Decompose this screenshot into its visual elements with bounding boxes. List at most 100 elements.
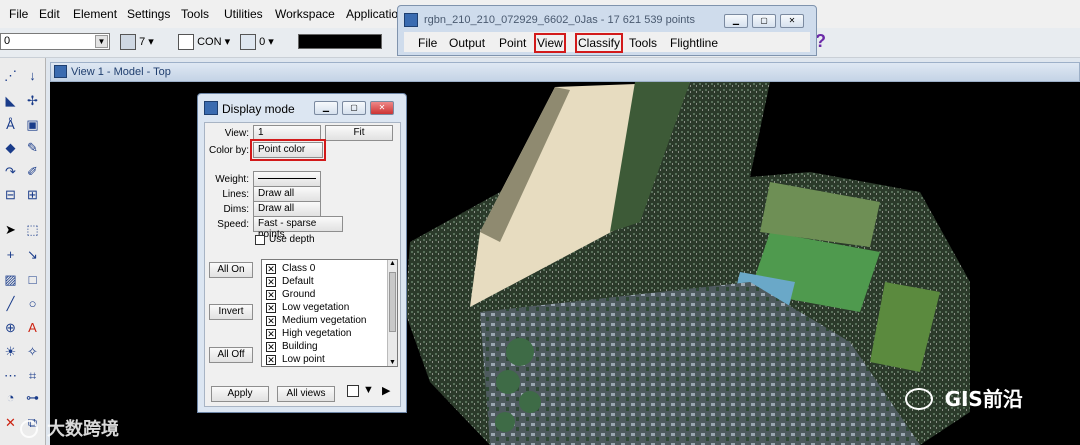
class-item[interactable]: ✕ Medium vegetation xyxy=(266,315,367,326)
smart-line-icon[interactable]: + xyxy=(1,245,20,264)
use-depth-checkbox[interactable] xyxy=(255,235,265,245)
checkbox-checked-icon[interactable]: ✕ xyxy=(266,355,276,365)
hierarchy-icon[interactable]: ⊶ xyxy=(23,388,42,407)
menu-workspace[interactable]: Workspace xyxy=(275,7,335,21)
bulb-icon[interactable]: ☀ xyxy=(1,342,20,361)
checkbox-checked-icon[interactable]: ✕ xyxy=(266,277,276,287)
all-off-button[interactable]: All Off xyxy=(209,347,253,363)
place-line-icon[interactable]: ↓ xyxy=(23,66,42,85)
weight-value: 0 xyxy=(259,35,266,48)
select-arrow-icon[interactable]: ➤ xyxy=(1,220,20,239)
checkbox-checked-icon[interactable]: ✕ xyxy=(266,290,276,300)
palette-icon[interactable]: ◔ xyxy=(1,388,20,407)
dimension-icon[interactable]: ⊕ xyxy=(1,318,20,337)
fence-icon[interactable]: ◣ xyxy=(1,91,20,110)
move-icon[interactable]: ✢ xyxy=(23,91,42,110)
class-item[interactable]: ✕ Building xyxy=(266,341,318,352)
view-window-titlebar[interactable]: View 1 - Model - Top xyxy=(50,62,1080,82)
weight-button[interactable] xyxy=(253,171,321,187)
menu-file[interactable]: File xyxy=(9,7,28,21)
shape-icon[interactable]: ▨ xyxy=(1,270,20,289)
minimize-icon[interactable]: ▁ xyxy=(314,101,338,115)
line-weight-preview[interactable] xyxy=(298,34,382,49)
weight-picker[interactable]: 0 ▾ xyxy=(240,34,274,50)
classify-menu-flightline[interactable]: Flightline xyxy=(670,36,718,50)
fit-button[interactable]: Fit xyxy=(325,125,393,141)
rectangle-icon[interactable]: □ xyxy=(23,270,42,289)
speed-label: Speed: xyxy=(217,219,249,230)
speed-button[interactable]: Fast - sparse points xyxy=(253,216,343,240)
text-icon[interactable]: A xyxy=(23,318,42,337)
line-style-picker[interactable]: CON ▾ xyxy=(178,34,230,50)
window-select-icon[interactable] xyxy=(347,385,359,397)
checkbox-checked-icon[interactable]: ✕ xyxy=(266,342,276,352)
class-item[interactable]: ✕ Low vegetation xyxy=(266,302,349,313)
classify-menu-classify[interactable]: Classify xyxy=(574,33,624,53)
checkbox-checked-icon[interactable]: ✕ xyxy=(266,316,276,326)
classify-menu-tools[interactable]: Tools xyxy=(629,36,657,50)
class-item[interactable]: ✕ Class 0 xyxy=(266,263,315,274)
measure-icon[interactable]: Å xyxy=(1,115,20,134)
checkbox-checked-icon[interactable]: ✕ xyxy=(266,303,276,313)
class-item[interactable]: ✕ Ground xyxy=(266,289,315,300)
sparkle-icon[interactable]: ✧ xyxy=(23,342,42,361)
menu-utilities[interactable]: Utilities xyxy=(224,7,263,21)
copy-icon[interactable]: ⊟ xyxy=(1,185,20,204)
invert-button[interactable]: Invert xyxy=(209,304,253,320)
maximize-icon[interactable]: ▢ xyxy=(752,14,776,28)
chevron-down-icon[interactable]: ▼ xyxy=(95,35,108,48)
menu-settings[interactable]: Settings xyxy=(127,7,170,21)
class-list-scrollbar[interactable]: ▲ ▼ xyxy=(387,260,397,366)
cell-icon[interactable]: ◆ xyxy=(1,138,20,157)
wechat-icon xyxy=(905,388,933,410)
frame-icon[interactable]: ⌗ xyxy=(23,366,42,385)
circle-icon[interactable]: ○ xyxy=(23,294,42,313)
close-icon[interactable]: ✕ xyxy=(780,14,804,28)
rotate-icon[interactable]: ↷ xyxy=(1,162,20,181)
menu-applications[interactable]: Applicatio xyxy=(346,7,398,21)
menu-tools[interactable]: Tools xyxy=(181,7,209,21)
paint-icon[interactable]: ✐ xyxy=(23,162,42,181)
level-combo[interactable]: 0 ▼ xyxy=(0,33,110,50)
dropdown-arrow-icon[interactable]: ▼ xyxy=(363,384,374,396)
dims-button[interactable]: Draw all xyxy=(253,201,321,217)
delete-icon[interactable]: ✕ xyxy=(1,413,20,432)
color-by-label: Color by: xyxy=(208,145,249,156)
classify-window-title: rgbn_210_210_072929_6602_0Jas - 17 621 5… xyxy=(424,14,695,26)
scroll-up-icon[interactable]: ▲ xyxy=(388,260,397,267)
lines-button[interactable]: Draw all xyxy=(253,186,321,202)
grid-icon[interactable]: ⊞ xyxy=(23,185,42,204)
point-tool-icon[interactable]: ↘ xyxy=(23,245,42,264)
class-list[interactable]: ✕ Class 0 ✕ Default ✕ Ground ✕ Low vegetatio… xyxy=(261,259,398,367)
class-item[interactable]: ✕ Default xyxy=(266,276,314,287)
color-by-button[interactable]: Point color xyxy=(250,139,326,161)
class-item[interactable]: ✕ High vegetation xyxy=(266,328,352,339)
select-box-icon[interactable]: ⬚ xyxy=(23,220,42,239)
class-item[interactable]: ✕ Low point xyxy=(266,354,325,365)
classify-menu-output[interactable]: Output xyxy=(449,36,485,50)
arc-icon[interactable]: ╱ xyxy=(1,294,20,313)
classify-window-icon xyxy=(404,13,418,27)
menu-edit[interactable]: Edit xyxy=(39,7,60,21)
minimize-icon[interactable]: ▁ xyxy=(724,14,748,28)
color-picker[interactable]: 7 ▾ xyxy=(120,34,154,50)
classify-menu-file[interactable]: File xyxy=(418,36,437,50)
all-views-button[interactable]: All views xyxy=(277,386,335,402)
checkbox-checked-icon[interactable]: ✕ xyxy=(266,264,276,274)
menu-element[interactable]: Element xyxy=(73,7,117,21)
apply-button[interactable]: Apply xyxy=(211,386,269,402)
checkbox-checked-icon[interactable]: ✕ xyxy=(266,329,276,339)
image-icon[interactable]: ▣ xyxy=(23,115,42,134)
close-icon[interactable]: ✕ xyxy=(370,101,394,115)
scroll-thumb[interactable] xyxy=(389,272,396,332)
scroll-down-icon[interactable]: ▼ xyxy=(388,359,397,366)
maximize-icon[interactable]: ▢ xyxy=(342,101,366,115)
classify-menu-point[interactable]: Point xyxy=(499,36,526,50)
edit-icon[interactable]: ✎ xyxy=(23,138,42,157)
expand-arrow-icon[interactable]: ▶ xyxy=(382,384,390,397)
all-on-button[interactable]: All On xyxy=(209,262,253,278)
place-point-icon[interactable]: ⋰ xyxy=(1,66,20,85)
fillet-icon[interactable]: ⋯ xyxy=(1,366,20,385)
classify-menu-view[interactable]: View xyxy=(534,33,566,53)
view-number-button[interactable]: 1 xyxy=(253,125,321,141)
